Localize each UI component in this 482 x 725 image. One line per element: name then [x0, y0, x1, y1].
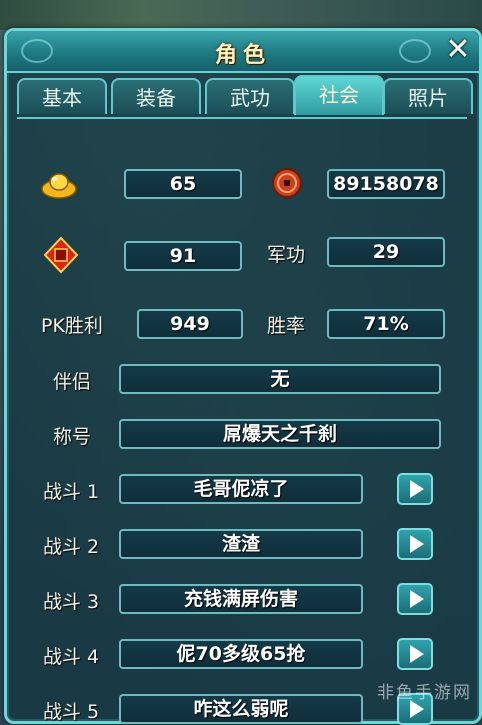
- red-token-icon: [43, 236, 79, 274]
- merit-value: 29: [327, 237, 445, 267]
- panel-title: 角色: [214, 43, 271, 68]
- panel-titlebar: 角色 ✕: [7, 31, 479, 73]
- battle-cry-3-input[interactable]: 充钱满屏伤害: [119, 584, 363, 614]
- battle-cry-4-label: 战斗 4: [43, 646, 100, 668]
- tab-social[interactable]: 社会: [294, 75, 384, 115]
- play-arrow-icon: [409, 645, 424, 663]
- pk-wins-value: 949: [137, 309, 243, 339]
- battle-cry-2-input[interactable]: 渣渣: [119, 529, 363, 559]
- play-arrow-icon: [409, 480, 424, 498]
- battle-cry-5-input[interactable]: 咋这么弱呢: [119, 694, 363, 724]
- game-scene-top-strip: [0, 0, 482, 30]
- battle-cry-4-edit-button[interactable]: [397, 638, 433, 670]
- battle-cry-2-edit-button[interactable]: [397, 528, 433, 560]
- partner-value: 无: [119, 364, 441, 394]
- pk-wins-label: PK胜利: [41, 315, 103, 337]
- battle-cry-3-edit-button[interactable]: [397, 583, 433, 615]
- tab-basic[interactable]: 基本: [17, 78, 107, 114]
- play-arrow-icon: [409, 535, 424, 553]
- play-arrow-icon: [409, 590, 424, 608]
- winrate-value: 71%: [327, 309, 445, 339]
- social-tab-content: 65 89158078 91 军功 29 PK胜利 949 胜率 71% 伴侣 …: [17, 117, 467, 725]
- merit-label: 军功: [267, 244, 306, 266]
- gold-value: 65: [124, 169, 242, 199]
- token-value: 91: [124, 241, 242, 271]
- coins-value: 89158078: [327, 169, 445, 199]
- battle-cry-1-edit-button[interactable]: [397, 473, 433, 505]
- tab-equipment[interactable]: 装备: [111, 78, 201, 114]
- battle-cry-1-input[interactable]: 毛哥伲凉了: [119, 474, 363, 504]
- battle-cry-1-label: 战斗 1: [43, 481, 100, 503]
- copper-coin-icon: [272, 168, 302, 198]
- close-icon: ✕: [445, 32, 471, 67]
- title-value: 屌爆天之千刹: [119, 419, 441, 449]
- close-button[interactable]: ✕: [443, 35, 473, 65]
- gold-ingot-icon: [41, 173, 77, 199]
- battle-cry-2-label: 战斗 2: [43, 536, 100, 558]
- winrate-label: 胜率: [267, 315, 306, 337]
- partner-label: 伴侣: [53, 371, 92, 393]
- battle-cry-4-input[interactable]: 伲70多级65抢: [119, 639, 363, 669]
- title-label: 称号: [53, 426, 92, 448]
- battle-cry-3-label: 战斗 3: [43, 591, 100, 613]
- site-watermark: 非鱼手游网: [377, 683, 472, 703]
- tab-photo[interactable]: 照片: [383, 78, 473, 114]
- character-panel: 角色 ✕ 基本 装备 武功 社会 照片 65 89158078 91 军功 29…: [4, 28, 482, 725]
- tab-martial-arts[interactable]: 武功: [205, 78, 295, 114]
